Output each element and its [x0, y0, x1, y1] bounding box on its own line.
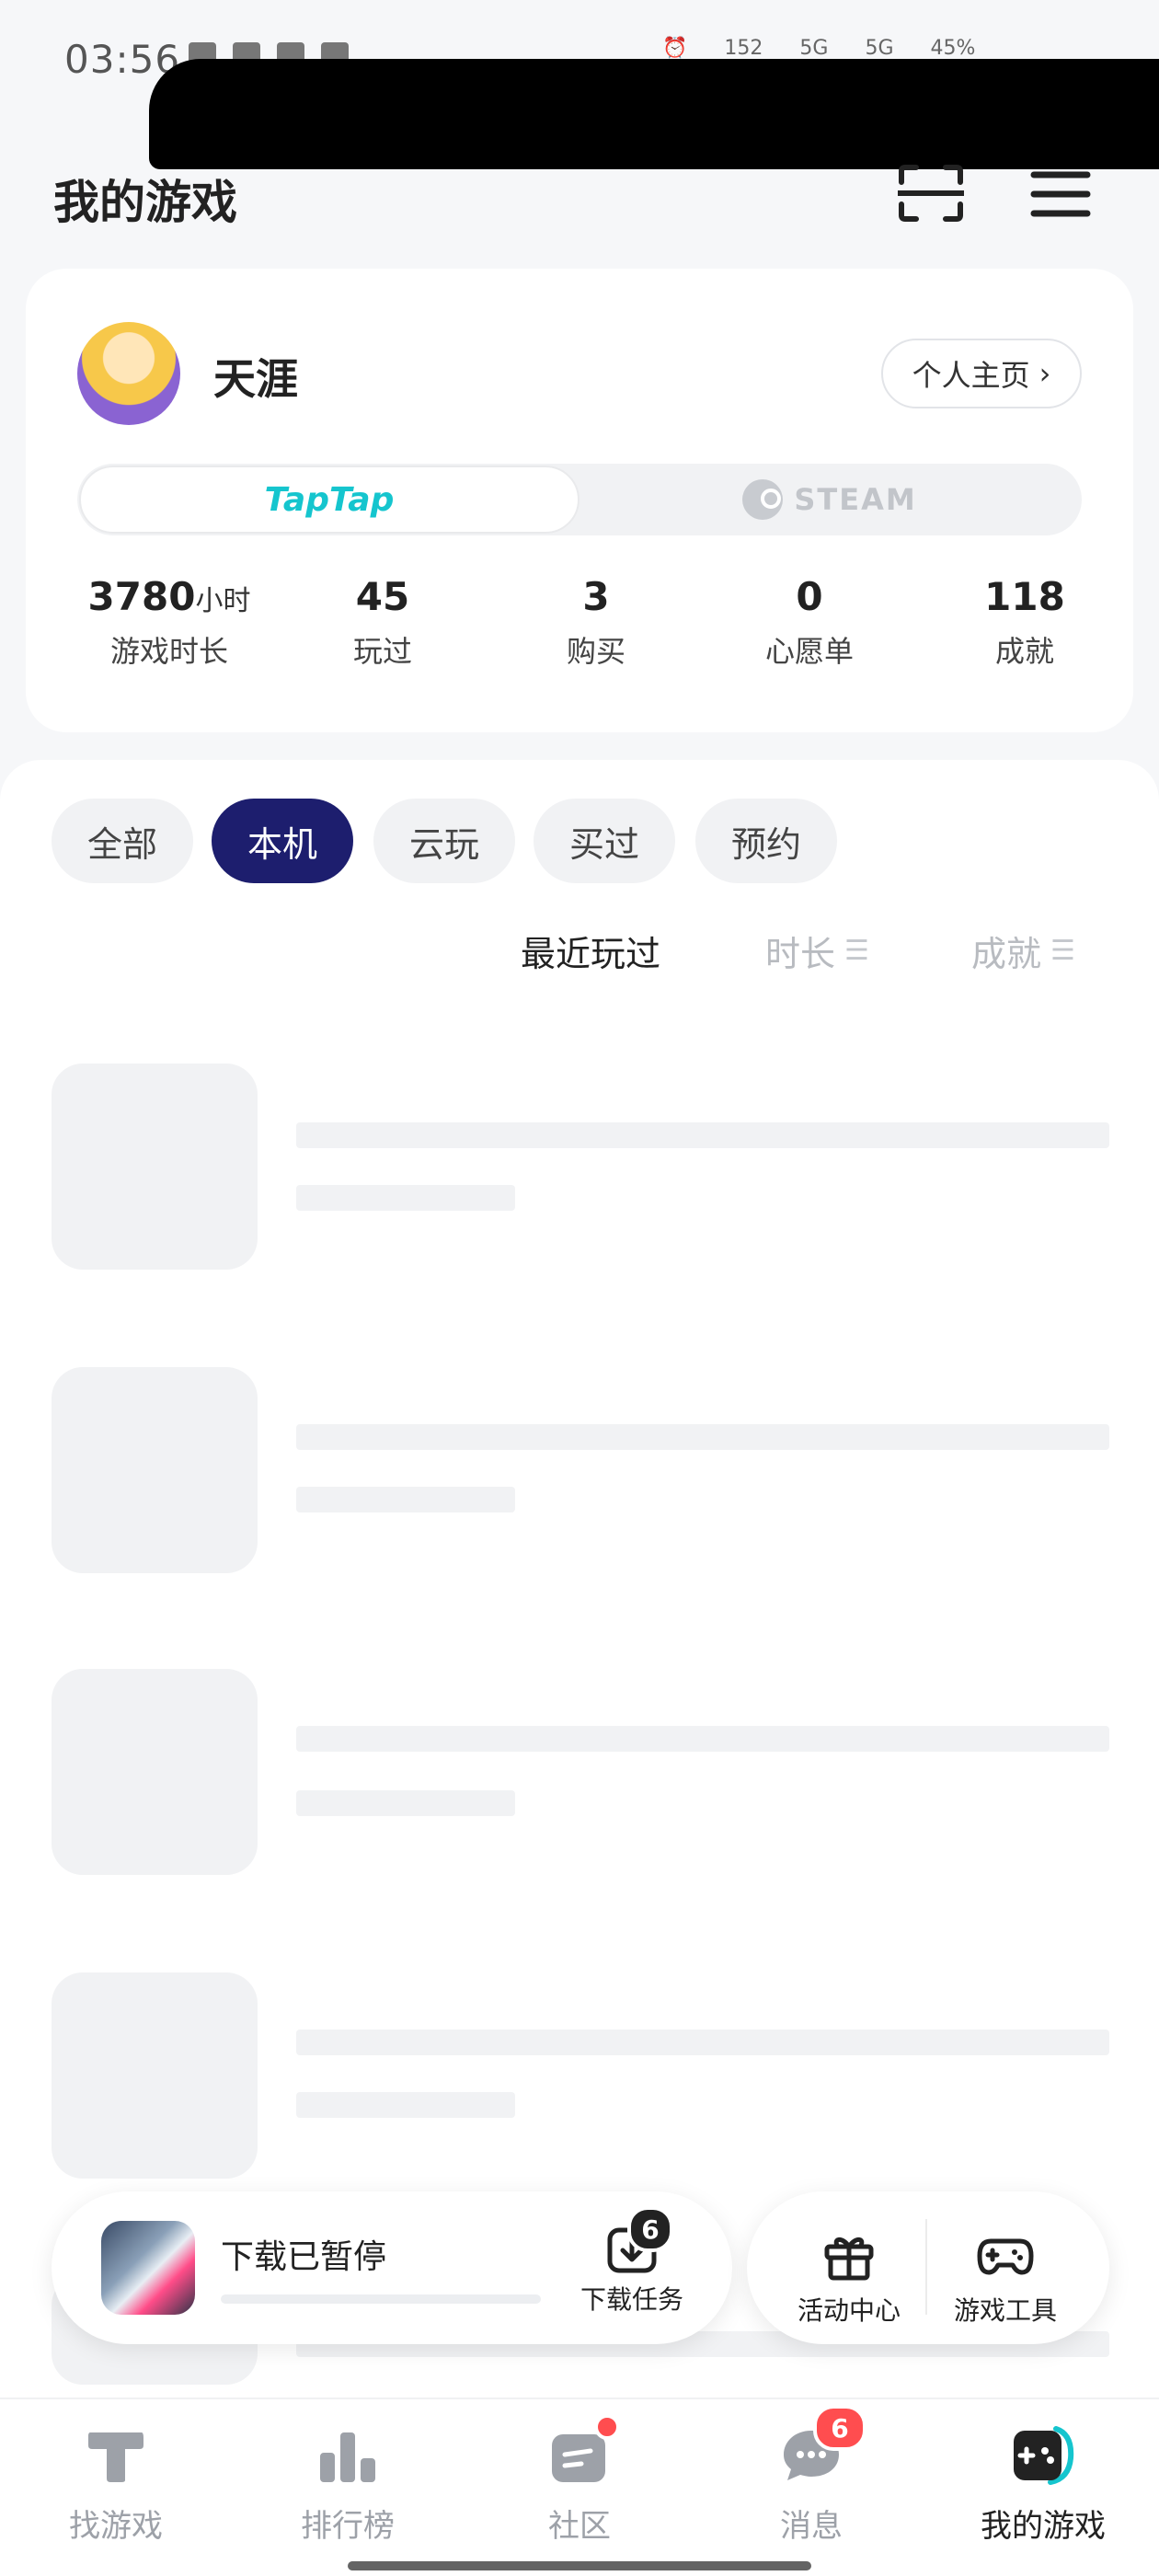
page-title: 我的游戏	[53, 176, 237, 229]
filter-all[interactable]: 全部	[52, 799, 193, 883]
username: 天涯	[213, 354, 298, 404]
nav-community[interactable]: 社区	[488, 2421, 671, 2546]
my-games-icon	[1014, 2426, 1074, 2485]
skeleton-thumb	[52, 1669, 258, 1875]
filter-reserved[interactable]: 预约	[695, 799, 837, 883]
stat-wishlist[interactable]: 0 心愿单	[717, 574, 901, 671]
nav-find-game[interactable]: 找游戏	[24, 2421, 208, 2546]
skeleton-line	[296, 1487, 515, 1512]
sort-order-icon: ☰	[844, 935, 869, 967]
download-progress-bar	[221, 2294, 541, 2304]
stat-value: 0	[796, 574, 823, 619]
status-right: ⏰ 152 5G 5G 45%	[662, 37, 975, 60]
game-thumbnail	[101, 2221, 195, 2315]
download-status: 下载已暂停	[221, 2238, 387, 2276]
stat-label: 购买	[566, 634, 625, 669]
game-tools-button[interactable]: 游戏工具	[927, 2217, 1084, 2328]
signal-5g: 5G	[799, 37, 829, 60]
find-game-icon	[88, 2432, 143, 2482]
homepage-button-label: 个人主页	[912, 358, 1030, 393]
skeleton-line	[296, 1790, 515, 1816]
stat-value: 118	[984, 574, 1065, 619]
filter-bought[interactable]: 买过	[534, 799, 675, 883]
skeleton-thumb	[52, 1064, 258, 1270]
nav-messages[interactable]: 消息	[719, 2421, 903, 2546]
skeleton-line	[296, 1185, 515, 1211]
nav-label: 排行榜	[301, 2508, 395, 2545]
download-task-label: 下载任务	[580, 2284, 683, 2315]
skeleton-line	[296, 2092, 515, 2118]
filter-cloud[interactable]: 云玩	[373, 799, 515, 883]
nav-label: 找游戏	[69, 2508, 163, 2545]
nav-ranking[interactable]: 排行榜	[256, 2421, 440, 2546]
skeleton-thumb	[52, 1972, 258, 2179]
menu-icon[interactable]	[1030, 169, 1091, 219]
sort-duration-label: 时长	[765, 934, 836, 974]
battery-level: 45%	[930, 37, 976, 60]
nav-label: 我的游戏	[981, 2508, 1106, 2545]
sort-order-icon: ☰	[1050, 935, 1075, 967]
activity-center-label: 活动中心	[797, 2295, 901, 2326]
skeleton-thumb	[52, 1367, 258, 1573]
nav-label: 社区	[548, 2508, 611, 2545]
stat-purchased[interactable]: 3 购买	[504, 574, 688, 671]
stat-label: 玩过	[352, 634, 412, 669]
gamepad-icon	[977, 2238, 1034, 2275]
stat-label: 成就	[994, 634, 1054, 669]
activity-center-button[interactable]: 活动中心	[771, 2217, 927, 2328]
skeleton-line	[296, 2030, 1109, 2055]
scan-icon[interactable]	[898, 164, 964, 223]
platform-tab-steam-label: STEAM	[794, 482, 917, 517]
stat-value: 45	[355, 574, 410, 619]
filter-local[interactable]: 本机	[212, 799, 353, 883]
network-speed: 152	[724, 37, 763, 60]
gift-icon	[824, 2237, 874, 2281]
signal-5g-2: 5G	[865, 37, 894, 60]
stat-label: 心愿单	[764, 634, 854, 669]
chevron-right-icon: ›	[1039, 356, 1051, 391]
homepage-button[interactable]: 个人主页 ›	[881, 339, 1082, 408]
avatar[interactable]	[77, 322, 180, 425]
stat-value: 3780	[87, 574, 196, 619]
skeleton-line	[296, 1726, 1109, 1752]
sort-achievement[interactable]: 成就 ☰	[971, 926, 1075, 976]
community-dot-badge	[594, 2414, 620, 2440]
stat-achievements[interactable]: 118 成就	[933, 574, 1117, 671]
platform-tab-steam[interactable]: STEAM	[580, 466, 1080, 534]
download-count-badge: 6	[627, 2206, 673, 2252]
home-indicator[interactable]	[348, 2561, 811, 2570]
stat-playtime[interactable]: 3780小时 游戏时长	[77, 574, 261, 671]
redaction-bar	[149, 59, 1159, 169]
sort-recent-label: 最近玩过	[521, 934, 661, 974]
stat-label: 游戏时长	[109, 634, 228, 669]
stat-unit: 小时	[195, 585, 251, 617]
skeleton-line	[296, 1122, 1109, 1148]
stat-played[interactable]: 45 玩过	[291, 574, 475, 671]
stat-value: 3	[582, 574, 610, 619]
nav-my-games[interactable]: 我的游戏	[951, 2421, 1135, 2546]
sort-duration[interactable]: 时长 ☰	[765, 926, 869, 976]
ranking-icon	[320, 2432, 375, 2482]
nav-label: 消息	[780, 2508, 843, 2545]
sort-recent[interactable]: 最近玩过	[521, 926, 660, 976]
skeleton-line	[296, 1424, 1109, 1450]
alarm-icon: ⏰	[662, 37, 688, 60]
platform-tab-taptap[interactable]: TapTap	[79, 466, 580, 534]
sort-achievement-label: 成就	[971, 934, 1042, 974]
messages-count-badge: 6	[813, 2405, 866, 2451]
steam-icon	[742, 479, 784, 520]
game-tools-label: 游戏工具	[953, 2295, 1057, 2326]
